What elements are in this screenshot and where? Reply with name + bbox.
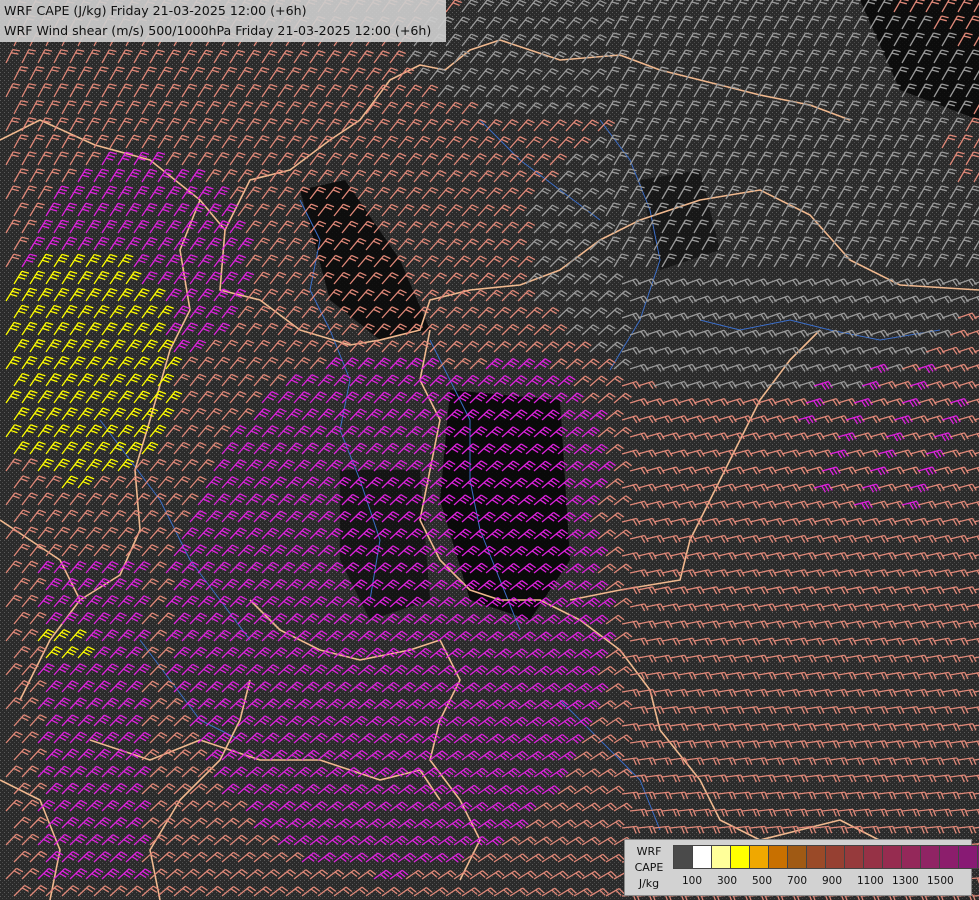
legend-swatch: [730, 845, 750, 869]
cape-wind-shear-map: [0, 0, 979, 900]
legend-tick-label: 300: [717, 875, 738, 887]
legend-swatch: [863, 845, 883, 869]
legend-tick-label: 100: [682, 875, 703, 887]
legend-swatch: [711, 845, 731, 869]
legend-swatch: [844, 845, 864, 869]
map-title-box: WRF CAPE (J/kg) Friday 21-03-2025 12:00 …: [0, 0, 446, 42]
cape-title: WRF CAPE (J/kg) Friday 21-03-2025 12:00 …: [4, 3, 307, 18]
legend-swatch: [901, 845, 921, 869]
legend-swatch: [920, 845, 940, 869]
legend-color-scale: [673, 845, 979, 869]
legend-swatch: [958, 845, 978, 869]
legend-tick-label: 1100: [857, 875, 884, 887]
legend-swatch: [882, 845, 902, 869]
legend-tick-label: 500: [752, 875, 773, 887]
legend-swatch: [768, 845, 788, 869]
legend-swatch: [825, 845, 845, 869]
legend-swatch: [939, 845, 959, 869]
legend-swatch: [787, 845, 807, 869]
legend-tick-label: 700: [787, 875, 808, 887]
legend-field-label: CAPE: [634, 861, 664, 874]
legend-tick-label: 1500: [927, 875, 954, 887]
legend-unit-label: J/kg: [638, 877, 660, 890]
cape-legend: WRF CAPE J/kg 100 300 500 700 900 1100 1300 150…: [624, 839, 979, 896]
legend-swatch: [749, 845, 769, 869]
legend-model-label: WRF: [636, 845, 662, 858]
legend-swatch: [806, 845, 826, 869]
wind-shear-title: WRF Wind shear (m/s) 500/1000hPa Friday …: [4, 23, 432, 38]
legend-tick-label: 1300: [892, 875, 919, 887]
legend-swatch: [673, 845, 693, 869]
legend-tick-label: 900: [822, 875, 843, 887]
legend-swatch: [692, 845, 712, 869]
